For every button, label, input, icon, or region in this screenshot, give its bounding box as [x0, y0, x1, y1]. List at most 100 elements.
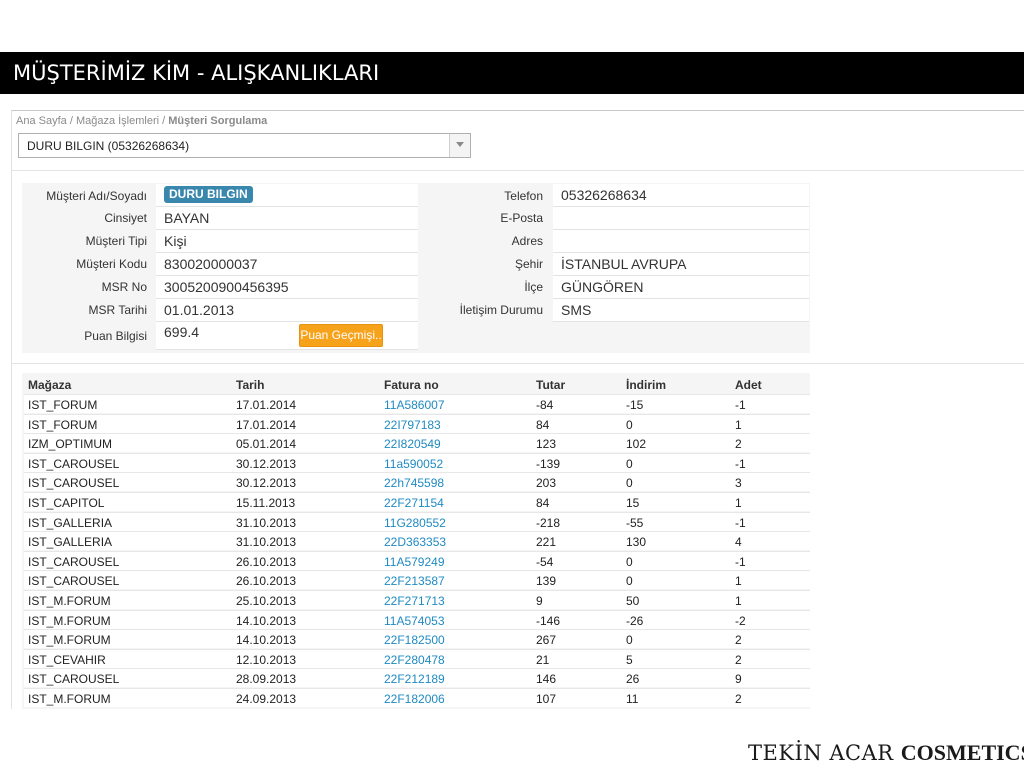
cell-quantity: 1	[735, 496, 742, 510]
row-divider	[24, 492, 810, 493]
label-customer-name: Müşteri Adı/Soyadı	[46, 189, 147, 203]
cell-date: 17.01.2014	[236, 398, 297, 412]
cell-date: 26.10.2013	[236, 574, 297, 589]
cell-amount: 139	[536, 574, 557, 589]
cell-store: IST_CEVAHIR	[28, 652, 106, 667]
invoice-link[interactable]: 22F213587	[384, 574, 445, 588]
label-city: Şehir	[514, 257, 543, 271]
slide-title: MÜŞTERİMİZ KİM - ALIŞKANLIKLARI	[0, 52, 1024, 94]
cell-quantity: 2	[735, 692, 742, 706]
cell-date: 30.12.2013	[236, 456, 297, 471]
label-customer-code: Müşteri Kodu	[76, 257, 147, 271]
value-address	[553, 230, 809, 253]
invoice-link[interactable]: 11a590052	[384, 457, 443, 471]
invoice-link[interactable]: 22h745598	[384, 476, 444, 490]
invoice-link[interactable]: 22F271713	[384, 594, 445, 608]
cell-discount: 130	[626, 535, 647, 550]
column-header-discount[interactable]: İndirim	[626, 378, 666, 392]
column-header-amount[interactable]: Tutar	[536, 378, 565, 392]
cell-amount: 221	[536, 535, 557, 550]
customer-select-value: DURU BILGIN (05326268634)	[27, 139, 190, 153]
cell-store: IST_CAPITOL	[28, 496, 105, 510]
cell-date: 15.11.2013	[236, 496, 296, 510]
cell-amount: 267	[536, 633, 557, 648]
invoice-link[interactable]: 11A579249	[384, 555, 445, 569]
cell-discount: -55	[626, 515, 644, 530]
cell-amount: -54	[536, 554, 554, 569]
invoice-link[interactable]: 22I820549	[384, 437, 441, 451]
cell-amount: 107	[536, 692, 557, 706]
cell-amount: -139	[536, 456, 561, 471]
row-divider	[24, 531, 810, 533]
points-history-button[interactable]: Puan Geçmişi..	[299, 324, 383, 347]
invoice-link[interactable]: 11A586007	[384, 398, 445, 412]
value-district: GÜNGÖREN	[553, 276, 809, 299]
column-header-invoice[interactable]: Fatura no	[384, 378, 439, 392]
column-header-store[interactable]: Mağaza	[28, 378, 71, 392]
row-divider	[24, 433, 810, 435]
invoice-link[interactable]: 22F182500	[384, 633, 445, 647]
cell-amount: 84	[536, 496, 550, 510]
label-email: E-Posta	[500, 211, 543, 225]
cell-discount: 0	[626, 476, 633, 491]
invoice-link[interactable]: 22F182006	[384, 692, 445, 706]
row-divider	[24, 570, 810, 572]
breadcrumb-section[interactable]: Mağaza İşlemleri	[76, 115, 159, 127]
row-divider	[24, 511, 810, 513]
cell-discount: -26	[626, 613, 644, 628]
cell-discount: 5	[626, 652, 633, 667]
dropdown-arrow[interactable]	[449, 134, 470, 157]
value-msr-date: 01.01.2013	[156, 299, 418, 322]
logo-text-cosmetics: COSMETICS.	[900, 740, 1024, 765]
cell-quantity: 1	[735, 417, 742, 432]
cell-discount: -15	[626, 398, 644, 412]
invoice-link[interactable]: 22F280478	[384, 653, 445, 667]
breadcrumb-home[interactable]: Ana Sayfa	[16, 115, 67, 127]
label-points: Puan Bilgisi	[84, 329, 147, 343]
cell-store: IST_CAROUSEL	[28, 672, 120, 687]
row-divider	[24, 668, 810, 670]
cell-amount: 123	[536, 437, 557, 452]
cell-discount: 0	[626, 456, 633, 471]
brand-logo: TEKİN ACAR COSMETICS.	[748, 740, 1024, 766]
invoice-link[interactable]: 11A574053	[384, 614, 445, 628]
invoice-link[interactable]: 22I797183	[384, 418, 441, 432]
logo-text-tekin-acar: TEKİN ACAR	[748, 741, 901, 765]
cell-quantity: 9	[735, 672, 742, 687]
cell-amount: 21	[536, 652, 550, 667]
value-phone: 05326268634	[553, 184, 809, 207]
cell-date: 31.10.2013	[236, 515, 297, 530]
row-divider	[24, 550, 810, 552]
customer-name-badge: DURU BILGIN	[164, 186, 253, 203]
label-district: İlçe	[524, 280, 543, 294]
value-email	[553, 207, 809, 230]
cell-date: 24.09.2013	[236, 692, 297, 706]
value-customer-type: Kişi	[156, 230, 418, 253]
cell-amount: 9	[536, 594, 543, 608]
cell-date: 05.01.2014	[236, 437, 297, 452]
invoice-link[interactable]: 22D363353	[384, 535, 446, 549]
invoice-link[interactable]: 22F271154	[384, 496, 444, 510]
label-msr-no: MSR No	[101, 280, 147, 294]
cell-store: IST_GALLERIA	[28, 535, 113, 550]
cell-amount: -146	[536, 613, 561, 628]
cell-amount: -218	[536, 515, 561, 530]
invoice-link[interactable]: 11G280552	[384, 516, 446, 530]
column-header-quantity[interactable]: Adet	[735, 378, 762, 392]
cell-store: IST_M.FORUM	[28, 633, 111, 648]
label-contact-status: İletişim Durumu	[459, 303, 543, 317]
customer-select[interactable]: DURU BILGIN (05326268634)	[18, 133, 471, 158]
cell-amount: 146	[536, 672, 557, 687]
divider	[12, 363, 1024, 364]
cell-store: IST_CAROUSEL	[28, 554, 120, 569]
cell-amount: 203	[536, 476, 557, 491]
invoice-link[interactable]: 22F212189	[384, 672, 445, 686]
cell-discount: 0	[626, 633, 633, 648]
cell-store: IST_CAROUSEL	[28, 456, 120, 471]
cell-date: 28.09.2013	[236, 672, 297, 687]
row-divider	[24, 629, 810, 631]
cell-quantity: -1	[735, 554, 746, 569]
cell-store: IST_CAROUSEL	[28, 574, 120, 589]
column-header-date[interactable]: Tarih	[236, 378, 264, 392]
cell-quantity: 2	[735, 652, 742, 667]
